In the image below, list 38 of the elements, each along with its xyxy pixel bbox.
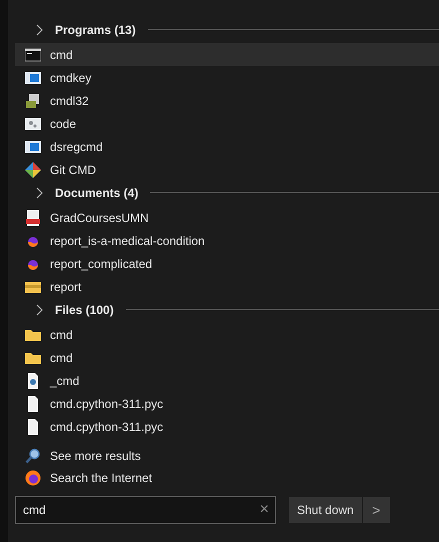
result-item[interactable]: dsregcmd: [15, 135, 439, 158]
result-item[interactable]: cmd: [15, 323, 439, 346]
result-item[interactable]: Git CMD: [15, 158, 439, 181]
search-field[interactable]: cmd ×: [15, 496, 276, 524]
result-item[interactable]: cmd: [15, 346, 439, 369]
search-input[interactable]: cmd: [23, 501, 260, 519]
file-icon: [25, 396, 41, 412]
chevron-icon: [36, 186, 43, 198]
shut-down-button[interactable]: Shut down: [289, 497, 362, 523]
file-icon: [25, 418, 41, 434]
result-item[interactable]: _cmd: [15, 369, 439, 392]
setup-icon: [25, 92, 41, 108]
python-file-icon: [25, 372, 41, 388]
window-icon: [25, 138, 41, 154]
result-item[interactable]: report_complicated: [15, 252, 439, 275]
action-item[interactable]: Search the Internet: [15, 467, 439, 489]
result-item[interactable]: cmdl32: [15, 89, 439, 112]
section-header[interactable]: Documents (4): [55, 184, 138, 202]
result-item[interactable]: cmd: [15, 43, 439, 66]
result-item[interactable]: GradCoursesUMN: [15, 206, 439, 229]
result-item[interactable]: cmdkey: [15, 66, 439, 89]
chevron-icon: [36, 304, 43, 316]
action-item[interactable]: See more results: [15, 445, 439, 467]
result-item[interactable]: code: [15, 112, 439, 135]
console-icon: [25, 46, 41, 62]
result-item[interactable]: cmd.cpython-311.pyc: [15, 392, 439, 415]
diamond-icon: [25, 162, 41, 178]
result-item[interactable]: report_is-a-medical-condition: [15, 229, 439, 252]
power-options-button[interactable]: >: [362, 497, 390, 523]
result-item[interactable]: cmd.cpython-311.pyc: [15, 415, 439, 438]
search-icon: [25, 448, 41, 464]
chevron-icon: [36, 24, 43, 36]
window-icon: [25, 70, 41, 86]
section-header[interactable]: Programs (13): [55, 20, 136, 38]
section-header[interactable]: Files (100): [55, 300, 114, 318]
clear-button[interactable]: ×: [260, 502, 269, 518]
result-item[interactable]: report: [15, 275, 439, 298]
pdf-icon: [25, 210, 41, 226]
